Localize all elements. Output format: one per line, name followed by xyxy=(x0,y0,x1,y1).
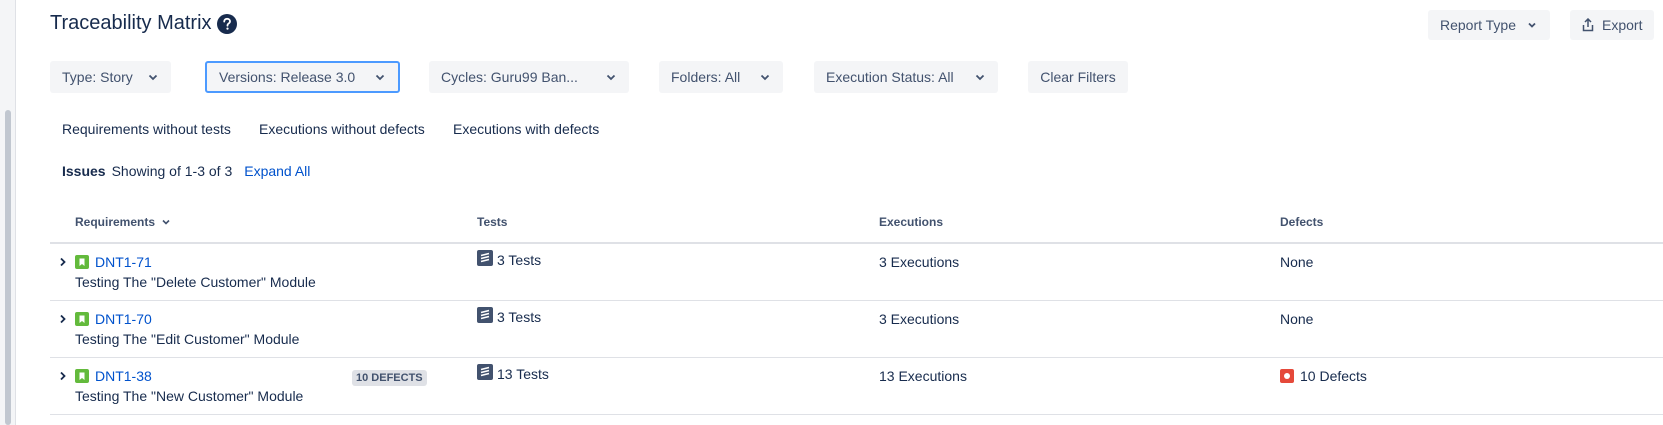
executions-cell[interactable]: 3 Executions xyxy=(879,311,959,327)
filter-cycles[interactable]: Cycles: Guru99 Ban... xyxy=(429,61,629,93)
table-row: DNT1-71 Testing The "Delete Customer" Mo… xyxy=(50,244,1663,301)
column-header-defects: Defects xyxy=(1280,215,1324,229)
chevron-down-icon xyxy=(760,74,770,81)
chevron-down-icon xyxy=(162,219,170,225)
tests-cell[interactable]: 3 Tests xyxy=(477,250,542,268)
filter-execution-status[interactable]: Execution Status: All xyxy=(814,61,998,93)
table-row: DNT1-70 Testing The "Edit Customer" Modu… xyxy=(50,301,1663,358)
chevron-down-icon xyxy=(148,74,158,81)
tests-cell[interactable]: 3 Tests xyxy=(477,307,542,325)
chevron-right-icon[interactable] xyxy=(56,369,70,383)
bug-icon xyxy=(1280,369,1294,383)
chevron-down-icon xyxy=(375,74,385,81)
scrollbar-thumb[interactable] xyxy=(5,110,11,425)
issue-key-link[interactable]: DNT1-70 xyxy=(95,311,152,327)
filter-execution-status-label: Execution Status: All xyxy=(826,69,954,85)
quick-filter-executions-with-defects[interactable]: Executions with defects xyxy=(453,121,599,137)
story-icon xyxy=(75,312,89,326)
issues-summary: Issues Showing of 1-3 of 3 Expand All xyxy=(62,163,310,179)
report-type-button[interactable]: Report Type xyxy=(1428,10,1551,40)
column-header-requirements-label: Requirements xyxy=(75,215,156,229)
page-title: Traceability Matrix xyxy=(50,12,212,34)
filter-folders[interactable]: Folders: All xyxy=(659,61,783,93)
story-icon xyxy=(75,255,89,269)
report-type-label: Report Type xyxy=(1440,17,1517,33)
export-icon xyxy=(1582,18,1594,32)
filter-folders-label: Folders: All xyxy=(671,69,741,85)
export-label: Export xyxy=(1602,17,1643,33)
quick-filter-executions-without-defects[interactable]: Executions without defects xyxy=(259,121,425,137)
filter-versions-label: Versions: Release 3.0 xyxy=(219,69,356,85)
clear-filters-button[interactable]: Clear Filters xyxy=(1028,61,1128,93)
quick-filter-requirements-without-tests[interactable]: Requirements without tests xyxy=(62,121,231,137)
left-scroll-rail[interactable] xyxy=(0,0,16,425)
table-row: DNT1-38 10 DEFECTS Testing The "New Cust… xyxy=(50,358,1663,415)
issue-summary: Testing The "New Customer" Module xyxy=(75,388,304,404)
filter-versions[interactable]: Versions: Release 3.0 xyxy=(205,61,400,93)
defects-value: 10 Defects xyxy=(1300,368,1367,384)
column-header-executions: Executions xyxy=(879,215,944,229)
tests-count: 3 Tests xyxy=(497,252,542,268)
column-header-tests: Tests xyxy=(477,215,508,229)
chevron-down-icon xyxy=(1528,22,1536,28)
issue-key-link[interactable]: DNT1-38 xyxy=(95,368,152,384)
executions-cell[interactable]: 13 Executions xyxy=(879,368,967,384)
defects-cell: None xyxy=(1280,311,1313,327)
defects-badge: 10 DEFECTS xyxy=(352,370,427,386)
test-icon xyxy=(477,364,493,380)
executions-cell[interactable]: 3 Executions xyxy=(879,254,959,270)
column-header-requirements[interactable]: Requirements xyxy=(75,215,171,229)
tests-count: 13 Tests xyxy=(497,366,549,382)
chevron-right-icon[interactable] xyxy=(56,312,70,326)
filter-type[interactable]: Type: Story xyxy=(50,61,171,93)
test-icon xyxy=(477,307,493,323)
issue-summary: Testing The "Edit Customer" Module xyxy=(75,331,300,347)
issues-count-text: Showing of 1-3 of 3 xyxy=(111,163,233,179)
issues-label: Issues xyxy=(62,163,106,179)
filter-cycles-label: Cycles: Guru99 Ban... xyxy=(441,69,578,85)
question-circle-icon[interactable] xyxy=(216,13,238,35)
page-title-group: Traceability Matrix xyxy=(50,12,238,35)
defects-value: None xyxy=(1280,311,1314,327)
issue-summary: Testing The "Delete Customer" Module xyxy=(75,274,316,290)
chevron-down-icon xyxy=(606,74,616,81)
story-icon xyxy=(75,369,89,383)
defects-cell[interactable]: 10 Defects xyxy=(1280,368,1367,384)
filter-type-label: Type: Story xyxy=(62,69,133,85)
export-button[interactable]: Export xyxy=(1570,10,1655,40)
defects-value: None xyxy=(1280,254,1314,270)
defects-cell: None xyxy=(1280,254,1313,270)
issue-key-link[interactable]: DNT1-71 xyxy=(95,254,152,270)
clear-filters-label: Clear Filters xyxy=(1040,69,1116,85)
tests-cell[interactable]: 13 Tests xyxy=(477,364,549,382)
chevron-down-icon xyxy=(975,74,985,81)
chevron-right-icon[interactable] xyxy=(56,255,70,269)
test-icon xyxy=(477,250,493,266)
tests-count: 3 Tests xyxy=(497,309,542,325)
expand-all-link[interactable]: Expand All xyxy=(244,163,310,179)
